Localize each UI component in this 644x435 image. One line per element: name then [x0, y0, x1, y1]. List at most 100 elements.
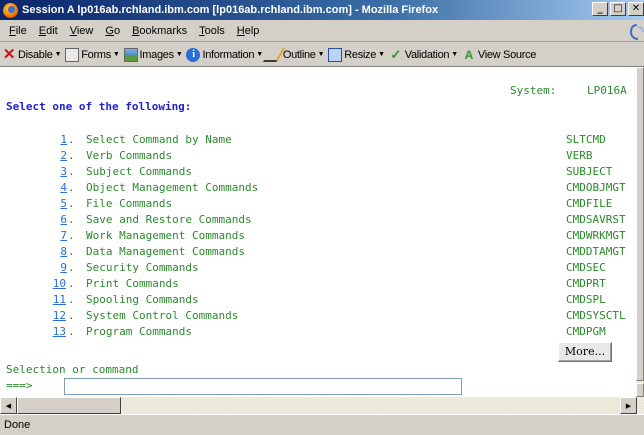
toolbar-label: Resize: [344, 48, 377, 61]
vertical-scrollbar[interactable]: [636, 67, 644, 397]
option-separator: .: [68, 245, 75, 258]
option-separator: .: [68, 309, 75, 322]
horizontal-scrollbar[interactable]: ◀ ▶: [0, 397, 644, 414]
images-icon: [123, 47, 138, 62]
option-command: SLTCMD: [566, 133, 606, 146]
option-number-link[interactable]: 13: [52, 325, 66, 338]
dropdown-arrow-icon: ▼: [112, 51, 120, 58]
forms-icon: [65, 47, 80, 62]
option-number-link[interactable]: 6: [60, 213, 67, 226]
toolbar-label: Information: [202, 48, 255, 61]
option-separator: .: [68, 165, 75, 178]
menu-option-row: 8. Data Management Commands CMDDTAMGT: [0, 245, 644, 261]
option-command: CMDPGM: [566, 325, 606, 338]
system-label: System:: [510, 84, 557, 97]
screen-prompt: Select one of the following:: [6, 100, 192, 113]
toolbar-images-button[interactable]: Images ▼: [123, 47, 183, 62]
menu-bookmarks[interactable]: Bookmarks: [126, 25, 193, 37]
option-separator: .: [68, 277, 75, 290]
option-command: VERB: [566, 149, 593, 162]
maximize-button[interactable]: □: [610, 2, 626, 16]
option-command: CMDSEC: [566, 261, 606, 274]
option-command: CMDOBJMGT: [566, 181, 626, 194]
option-description: System Control Commands: [86, 309, 239, 322]
option-description: Select Command by Name: [86, 133, 232, 146]
option-description: Security Commands: [86, 261, 199, 274]
menu-option-row: 12. System Control Commands CMDSYSCTL: [0, 309, 644, 325]
menu-file[interactable]: File: [3, 25, 33, 37]
menu-edit[interactable]: Edit: [33, 25, 64, 37]
close-button[interactable]: ✕: [628, 2, 644, 16]
toolbar-outline-button[interactable]: Outline ▼: [262, 47, 325, 62]
menu-tools[interactable]: Tools: [193, 25, 231, 37]
menu-view[interactable]: View: [64, 25, 100, 37]
firefox-icon: [3, 2, 18, 18]
validation-icon: ✓: [390, 46, 402, 62]
command-input[interactable]: [64, 378, 462, 395]
dropdown-arrow-icon: ▼: [317, 51, 325, 58]
toolbar-label: Outline: [282, 48, 316, 61]
option-number-link[interactable]: 7: [60, 229, 67, 242]
minimize-button[interactable]: _: [592, 2, 608, 16]
option-number-link[interactable]: 4: [60, 181, 67, 194]
option-number-link[interactable]: 3: [60, 165, 67, 178]
toolbar-label: Disable: [18, 48, 53, 61]
menu-go[interactable]: Go: [99, 25, 126, 37]
option-number-link[interactable]: 1: [60, 133, 67, 146]
option-command: CMDSPL: [566, 293, 606, 306]
vertical-scroll-thumb[interactable]: [636, 67, 644, 381]
resize-icon: [328, 47, 343, 62]
option-description: Subject Commands: [86, 165, 192, 178]
more-button[interactable]: More...: [558, 342, 612, 362]
toolbar-label: View Source: [477, 48, 537, 61]
menu-option-row: 2. Verb Commands VERB: [0, 149, 644, 165]
toolbar-view-source-button[interactable]: A View Source: [462, 47, 537, 62]
view-source-icon: A: [464, 47, 474, 62]
option-number-link[interactable]: 2: [60, 149, 67, 162]
toolbar-label: Validation: [404, 48, 450, 61]
option-number-link[interactable]: 12: [52, 309, 66, 322]
window-title: Session A lp016ab.rchland.ibm.com [lp016…: [22, 4, 439, 16]
option-number-link[interactable]: 9: [60, 261, 67, 274]
option-command: CMDWRKMGT: [566, 229, 626, 242]
horizontal-scroll-thumb[interactable]: [17, 397, 121, 414]
toolbar-disable-button[interactable]: ✕ Disable ▼: [2, 47, 62, 62]
option-separator: .: [68, 261, 75, 274]
toolbar-resize-button[interactable]: Resize ▼: [328, 47, 385, 62]
option-description: Verb Commands: [86, 149, 173, 162]
menu-help[interactable]: Help: [231, 25, 266, 37]
scroll-down-button[interactable]: [636, 383, 644, 397]
toolbar-information-button[interactable]: i Information ▼: [186, 47, 263, 62]
menu-option-row: 5. File Commands CMDFILE: [0, 197, 644, 213]
option-separator: .: [68, 181, 75, 194]
dropdown-arrow-icon: ▼: [175, 51, 183, 58]
menu-option-row: 13. Program Commands CMDPGM: [0, 325, 644, 341]
option-description: Spooling Commands: [86, 293, 199, 306]
system-value: LP016A: [587, 84, 627, 97]
scroll-right-button[interactable]: ▶: [620, 397, 637, 414]
option-separator: .: [68, 293, 75, 306]
option-command: CMDFILE: [566, 197, 613, 210]
menu-option-row: 3. Subject Commands SUBJECT: [0, 165, 644, 181]
menu-option-row: 6. Save and Restore Commands CMDSAVRST: [0, 213, 644, 229]
toolbar-validation-button[interactable]: ✓ Validation ▼: [389, 46, 458, 62]
terminal-screen: System: LP016A Select one of the followi…: [0, 67, 644, 397]
option-separator: .: [68, 197, 75, 210]
option-number-link[interactable]: 10: [52, 277, 66, 290]
toolbar-label: Images: [139, 48, 175, 61]
menu-option-row: 7. Work Management Commands CMDWRKMGT: [0, 229, 644, 245]
menu-option-row: 4. Object Management Commands CMDOBJMGT: [0, 181, 644, 197]
option-number-link[interactable]: 5: [60, 197, 67, 210]
option-description: Object Management Commands: [86, 181, 259, 194]
toolbar-forms-button[interactable]: Forms ▼: [65, 47, 120, 62]
throbber-icon: [630, 24, 644, 40]
option-number-link[interactable]: 8: [60, 245, 67, 258]
option-description: Print Commands: [86, 277, 179, 290]
option-separator: .: [68, 213, 75, 226]
option-number-link[interactable]: 11: [52, 293, 66, 306]
option-separator: .: [68, 229, 75, 242]
information-icon: i: [186, 47, 201, 62]
window-controls: _ □ ✕: [590, 2, 644, 16]
menu-option-row: 10. Print Commands CMDPRT: [0, 277, 644, 293]
scroll-left-button[interactable]: ◀: [0, 397, 17, 414]
